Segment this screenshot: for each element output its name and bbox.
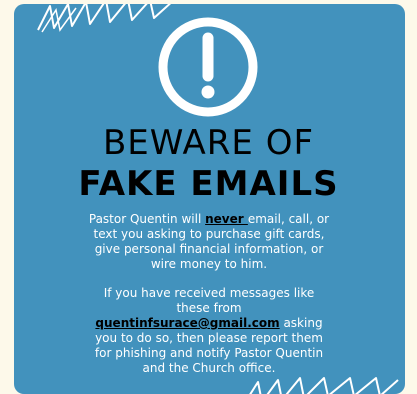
exclamation-circle-icon (158, 17, 258, 117)
report-paragraph: If you have received messages like these… (86, 286, 332, 376)
headline-fake-emails: FAKE EMAILS (78, 164, 339, 204)
never-emphasis: never (205, 212, 248, 226)
paragraph2-before-text: If you have received messages like these… (103, 286, 315, 315)
scribble-decoration-bottom (249, 377, 399, 394)
fake-email-address: quentinfsurace@gmail.com (95, 316, 280, 330)
headline-beware-of: BEWARE OF (102, 123, 315, 163)
paragraph1-before-text: Pastor Quentin will (88, 212, 206, 226)
warning-paragraph: Pastor Quentin will never email, call, o… (86, 212, 332, 272)
